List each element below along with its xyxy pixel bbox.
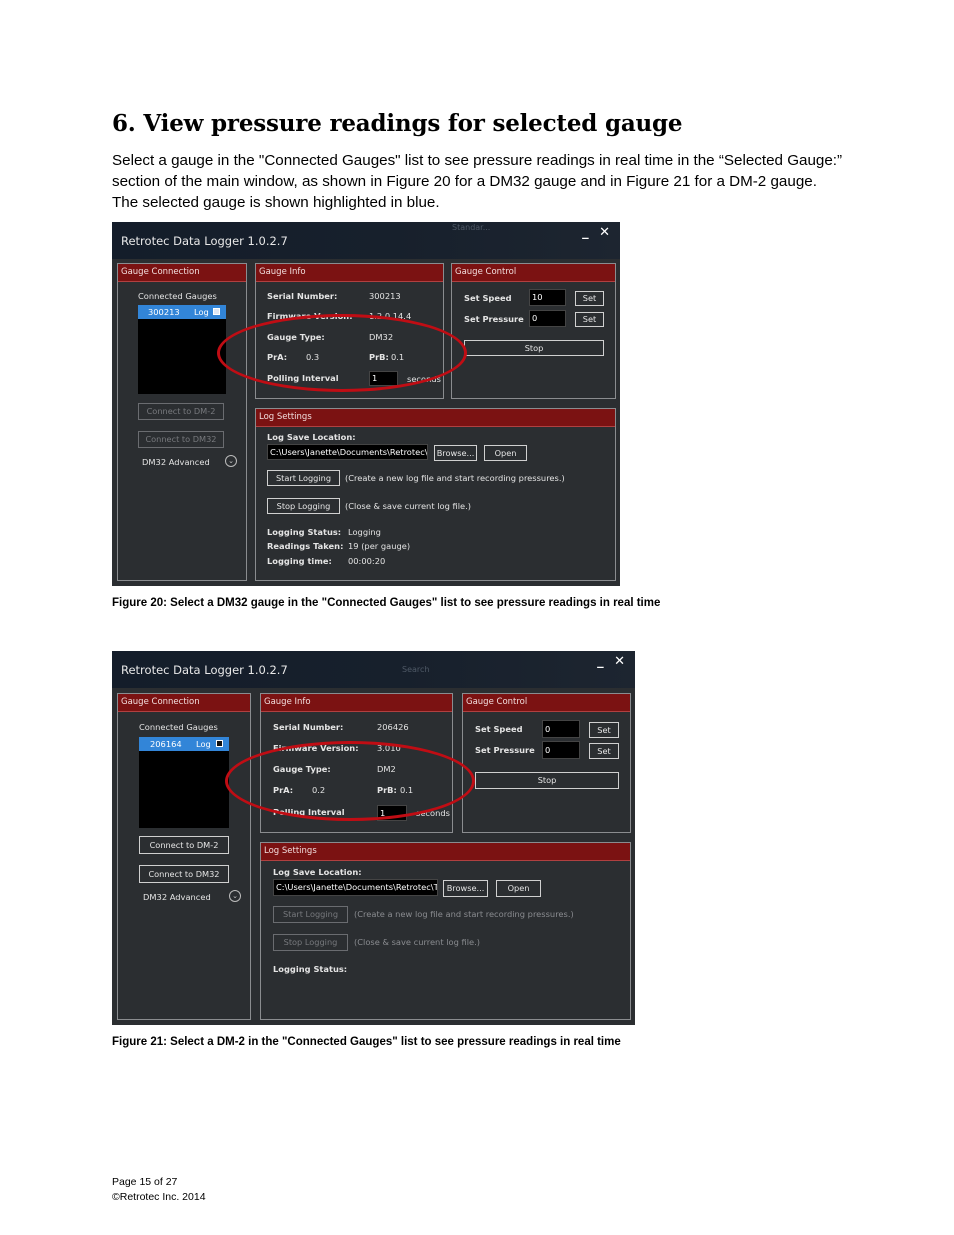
gauge-serial: 300213: [148, 307, 180, 317]
set-pressure-label: Set Pressure: [475, 745, 535, 755]
start-logging-description: (Create a new log file and start recordi…: [354, 909, 574, 919]
stop-logging-button[interactable]: Stop Logging: [267, 498, 340, 514]
log-save-location-label: Log Save Location:: [273, 867, 362, 877]
log-settings-header: Log Settings: [256, 409, 615, 427]
log-settings-panel: Log Settings Log Save Location: C:\Users…: [260, 842, 631, 1020]
connect-dm2-button[interactable]: Connect to DM-2: [138, 403, 224, 420]
logging-status-label: Logging Status:: [267, 527, 342, 537]
figure-20-screenshot: Retrotec Data Logger 1.0.2.7 Standar... …: [112, 222, 620, 586]
gauge-control-header: Gauge Control: [452, 264, 615, 282]
browse-button[interactable]: Browse...: [434, 445, 477, 461]
serial-number-label: Serial Number:: [273, 722, 344, 732]
background-text: Search: [402, 665, 430, 674]
figure-21-screenshot: Retrotec Data Logger 1.0.2.7 Search _ ✕ …: [112, 651, 635, 1025]
gauge-info-header: Gauge Info: [261, 694, 452, 712]
dm32-advanced-label: DM32 Advanced: [142, 457, 210, 467]
serial-number-value: 206426: [377, 722, 409, 732]
set-pressure-input[interactable]: 0: [542, 741, 580, 759]
serial-number-label: Serial Number:: [267, 291, 338, 301]
figure-20-caption: Figure 20: Select a DM32 gauge in the "C…: [112, 597, 661, 609]
open-button[interactable]: Open: [496, 880, 541, 897]
start-logging-description: (Create a new log file and start recordi…: [345, 473, 565, 483]
stop-logging-description: (Close & save current log file.): [345, 501, 472, 511]
window-controls[interactable]: _ ✕: [582, 225, 613, 240]
log-path-input[interactable]: C:\Users\Janette\Documents\Retrotec\Te: [273, 879, 438, 896]
gauge-info-header: Gauge Info: [256, 264, 443, 282]
start-logging-button[interactable]: Start Logging: [267, 470, 340, 486]
chevron-down-icon[interactable]: ⌄: [225, 455, 237, 467]
set-pressure-button[interactable]: Set: [589, 743, 619, 759]
title-bar: Retrotec Data Logger 1.0.2.7 Standar... …: [112, 222, 620, 259]
connect-dm2-button[interactable]: Connect to DM-2: [139, 836, 229, 854]
highlight-oval: [225, 741, 475, 821]
logging-status-value: Logging: [348, 527, 381, 537]
set-speed-label: Set Speed: [464, 293, 512, 303]
title-bar: Retrotec Data Logger 1.0.2.7 Search _ ✕: [112, 651, 635, 688]
intro-paragraph: Select a gauge in the "Connected Gauges"…: [112, 152, 843, 211]
copyright: ©Retrotec Inc. 2014: [112, 1191, 206, 1203]
gauge-control-panel: Gauge Control Set Speed 0 Set Set Pressu…: [462, 693, 631, 833]
logging-status-label: Logging Status:: [273, 964, 348, 974]
stop-button[interactable]: Stop: [464, 340, 604, 356]
gauge-connection-header: Gauge Connection: [118, 264, 246, 282]
gauge-connection-header: Gauge Connection: [118, 694, 250, 712]
figure-21-caption: Figure 21: Select a DM-2 in the "Connect…: [112, 1036, 621, 1048]
start-logging-button[interactable]: Start Logging: [273, 906, 348, 923]
dm32-advanced-label: DM32 Advanced: [143, 892, 211, 902]
gauge-control-panel: Gauge Control Set Speed 10 Set Set Press…: [451, 263, 616, 399]
set-speed-input[interactable]: 0: [542, 720, 580, 738]
log-checkbox[interactable]: [213, 308, 220, 315]
connected-gauges-label: Connected Gauges: [139, 722, 218, 732]
log-label: Log: [194, 307, 209, 317]
gauge-serial: 206164: [150, 739, 182, 749]
gauge-control-header: Gauge Control: [463, 694, 630, 712]
log-checkbox[interactable]: [216, 740, 223, 747]
page-number: Page 15 of 27: [112, 1176, 178, 1188]
window-title: Retrotec Data Logger 1.0.2.7: [121, 234, 288, 248]
log-settings-header: Log Settings: [261, 843, 630, 861]
background-text: Standar...: [452, 223, 491, 232]
chevron-down-icon[interactable]: ⌄: [229, 890, 241, 902]
stop-logging-button[interactable]: Stop Logging: [273, 934, 348, 951]
log-settings-panel: Log Settings Log Save Location: C:\Users…: [255, 408, 616, 581]
set-pressure-label: Set Pressure: [464, 314, 524, 324]
set-speed-label: Set Speed: [475, 724, 523, 734]
selected-gauge-row[interactable]: 206164 Log: [139, 737, 229, 751]
window-controls[interactable]: _ ✕: [597, 654, 628, 669]
gauge-connection-panel: Gauge Connection Connected Gauges 300213…: [117, 263, 247, 581]
log-save-location-label: Log Save Location:: [267, 432, 356, 442]
stop-logging-description: (Close & save current log file.): [354, 937, 481, 947]
section-heading: 6. View pressure readings for selected g…: [112, 110, 683, 137]
connected-gauges-label: Connected Gauges: [138, 291, 217, 301]
highlight-oval: [217, 314, 467, 392]
set-speed-input[interactable]: 10: [529, 289, 566, 306]
connect-dm32-button[interactable]: Connect to DM32: [138, 431, 224, 448]
log-label: Log: [196, 739, 211, 749]
connect-dm32-button[interactable]: Connect to DM32: [139, 865, 229, 883]
selected-gauge-row[interactable]: 300213 Log: [138, 305, 226, 319]
log-path-input[interactable]: C:\Users\Janette\Documents\Retrotec\Te: [267, 444, 428, 460]
gauge-connection-panel: Gauge Connection Connected Gauges 206164…: [117, 693, 251, 1020]
readings-taken-label: Readings Taken:: [267, 541, 344, 551]
set-speed-button[interactable]: Set: [575, 291, 604, 306]
serial-number-value: 300213: [369, 291, 401, 301]
connected-gauges-list[interactable]: 300213 Log: [138, 305, 226, 394]
logging-time-label: Logging time:: [267, 556, 332, 566]
logging-time-value: 00:00:20: [348, 556, 386, 566]
set-pressure-button[interactable]: Set: [575, 312, 604, 327]
set-speed-button[interactable]: Set: [589, 722, 619, 738]
open-button[interactable]: Open: [484, 445, 527, 461]
stop-button[interactable]: Stop: [475, 772, 619, 789]
connected-gauges-list[interactable]: 206164 Log: [139, 737, 229, 828]
set-pressure-input[interactable]: 0: [529, 310, 566, 327]
readings-taken-value: 19 (per gauge): [348, 541, 411, 551]
browse-button[interactable]: Browse...: [443, 880, 488, 897]
window-title: Retrotec Data Logger 1.0.2.7: [121, 663, 288, 677]
